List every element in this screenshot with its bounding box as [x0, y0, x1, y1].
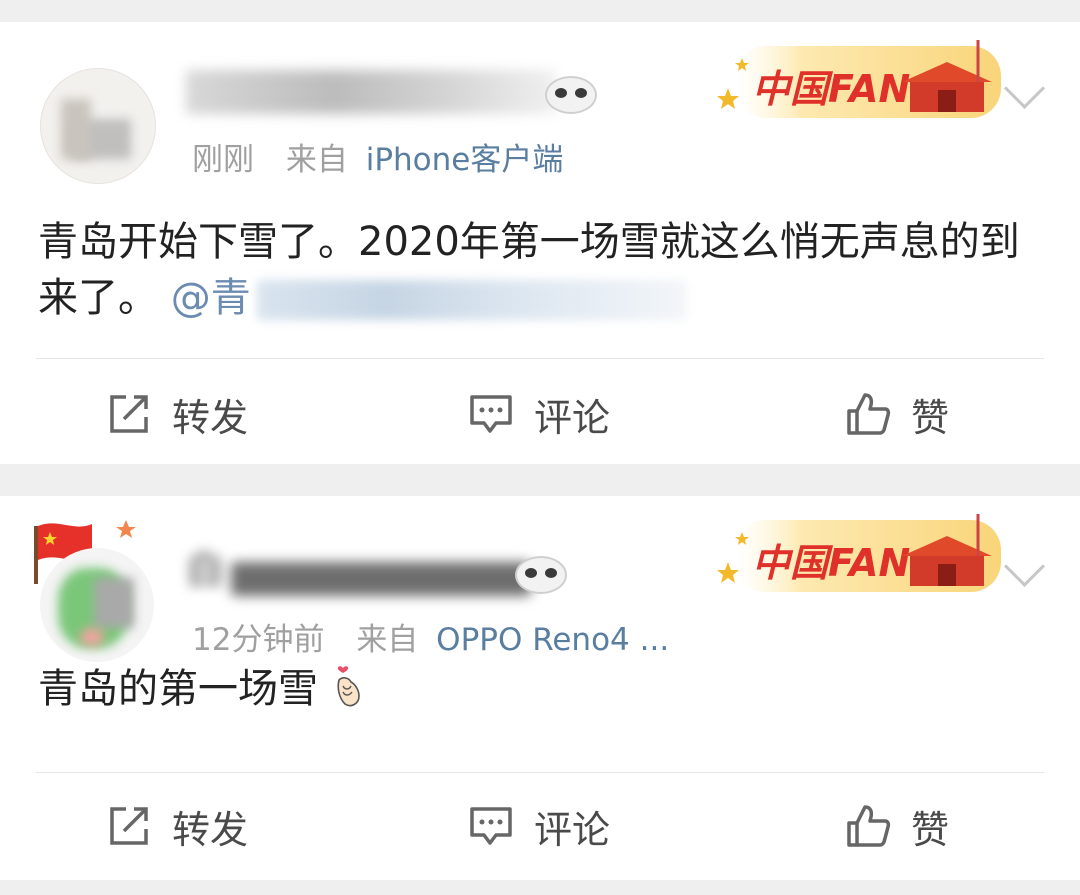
like-label: 赞 [911, 395, 950, 440]
repost-icon [110, 807, 148, 845]
chevron-down-icon[interactable] [1003, 67, 1046, 110]
repost-button[interactable]: 转发 [106, 786, 248, 866]
action-bar: 转发 评论 赞 [0, 374, 1080, 454]
source-prefix: 来自 [285, 142, 348, 178]
post-meta: 12分钟前 来自 OPPO Reno4 ... [192, 614, 669, 659]
action-bar: 转发 评论 赞 [0, 786, 1080, 866]
post-card[interactable]: 刚刚 来自 iPhone客户端 中国FANS 青岛开始下雪了。2020年第一场雪… [0, 22, 1080, 464]
username-partial: 白 [186, 548, 227, 592]
post-time: 12分钟前 [192, 622, 325, 658]
repost-label: 转发 [172, 807, 249, 852]
post-text: 青岛的第一场雪 [38, 666, 318, 712]
comment-label: 评论 [534, 807, 611, 852]
comment-label: 评论 [534, 395, 611, 440]
like-label: 赞 [911, 807, 950, 852]
heart-hand-emoji [337, 666, 360, 707]
comment-icon [470, 807, 512, 845]
post-content: 青岛开始下雪了。2020年第一场雪就这么悄无声息的到来了。 @青 [38, 214, 1040, 326]
mention-prefix: @青 [170, 275, 251, 321]
username-blurred[interactable]: 白 [186, 548, 566, 596]
source-name[interactable]: iPhone客户端 [366, 142, 564, 178]
china-fans-badge: 中国FANS [717, 40, 1001, 118]
china-fans-badge: 中国FANS [717, 514, 1001, 592]
post-content: 青岛的第一场雪 [38, 661, 1040, 717]
repost-button[interactable]: 转发 [106, 374, 248, 454]
badge-text: 中国FANS [752, 67, 938, 111]
mention-link[interactable]: @青 [171, 270, 687, 326]
like-icon [847, 393, 891, 435]
mention-blurred [256, 280, 687, 320]
like-button[interactable]: 赞 [845, 374, 949, 454]
source-prefix: 来自 [356, 622, 419, 658]
comment-button[interactable]: 评论 [468, 374, 610, 454]
repost-icon [110, 395, 148, 433]
avatar[interactable] [40, 548, 154, 662]
post-time: 刚刚 [192, 142, 254, 178]
source-name[interactable]: OPPO Reno4 ... [436, 622, 669, 658]
avatar[interactable] [40, 68, 156, 184]
like-icon [847, 805, 891, 847]
badge-text: 中国FANS [752, 541, 938, 585]
chevron-down-icon[interactable] [1003, 545, 1046, 588]
divider [36, 772, 1044, 773]
post-card[interactable]: 白 12分钟前 来自 OPPO Reno4 ... 中国FANS 青岛的第一场雪 [0, 496, 1080, 880]
repost-label: 转发 [172, 395, 249, 440]
comment-button[interactable]: 评论 [468, 786, 610, 866]
comment-icon [470, 395, 512, 433]
post-meta: 刚刚 来自 iPhone客户端 [192, 134, 563, 179]
panda-badge-icon [545, 76, 597, 114]
like-button[interactable]: 赞 [845, 786, 949, 866]
divider [36, 358, 1044, 359]
username-blurred[interactable] [186, 70, 556, 114]
panda-badge-icon [515, 556, 567, 594]
